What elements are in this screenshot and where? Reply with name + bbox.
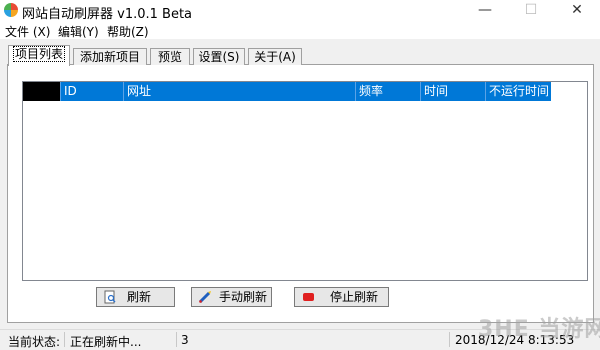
close-button[interactable]: ✕ xyxy=(554,0,600,22)
column-url[interactable]: 网址 xyxy=(123,82,355,101)
status-label: 当前状态: xyxy=(8,335,61,349)
tab-project-list-label: 项目列表 xyxy=(12,46,65,62)
document-search-icon xyxy=(104,290,116,304)
list-header-corner xyxy=(23,82,60,101)
list-header: ID 网址 频率 时间 不运行时间 xyxy=(23,82,551,101)
refresh-button[interactable]: 刷新 xyxy=(96,287,175,307)
project-list[interactable]: ID 网址 频率 时间 不运行时间 xyxy=(22,81,588,281)
stop-icon xyxy=(303,293,314,301)
tab-preview[interactable]: 预览 xyxy=(150,48,190,65)
pen-icon xyxy=(198,291,211,304)
minimize-button[interactable]: — xyxy=(462,0,508,22)
column-id[interactable]: ID xyxy=(60,82,123,101)
window-title: 网站自动刷屏器 v1.0.1 Beta xyxy=(22,7,193,22)
tab-settings[interactable]: 设置(S) xyxy=(193,48,245,65)
column-idle-time[interactable]: 不运行时间 xyxy=(485,82,551,101)
status-divider xyxy=(176,332,177,347)
status-state: 正在刷新中... xyxy=(70,335,142,349)
status-divider xyxy=(64,332,65,347)
status-count: 3 xyxy=(181,333,189,347)
watermark-logo: 3HE 当游网 xyxy=(478,317,600,342)
stop-refresh-button[interactable]: 停止刷新 xyxy=(294,287,389,307)
menu-edit[interactable]: 编辑(Y) xyxy=(58,23,99,40)
menu-bar: 文件 (X) 编辑(Y) 帮助(Z) xyxy=(0,22,600,39)
tab-project-list[interactable]: 项目列表 xyxy=(8,45,70,66)
refresh-button-label: 刷新 xyxy=(127,290,152,304)
manual-refresh-button-label: 手动刷新 xyxy=(219,290,268,304)
maximize-button[interactable]: ☐ xyxy=(508,0,554,22)
manual-refresh-button[interactable]: 手动刷新 xyxy=(191,287,272,307)
column-time[interactable]: 时间 xyxy=(420,82,485,101)
tab-add-project[interactable]: 添加新项目 xyxy=(73,48,147,65)
stop-refresh-button-label: 停止刷新 xyxy=(330,290,379,304)
status-divider xyxy=(449,332,450,347)
app-icon xyxy=(4,3,18,17)
column-frequency[interactable]: 频率 xyxy=(355,82,420,101)
menu-help[interactable]: 帮助(Z) xyxy=(107,23,149,40)
title-bar: 网站自动刷屏器 v1.0.1 Beta — ☐ ✕ xyxy=(0,0,600,22)
tab-about[interactable]: 关于(A) xyxy=(248,48,302,65)
menu-file[interactable]: 文件 (X) xyxy=(5,23,50,40)
